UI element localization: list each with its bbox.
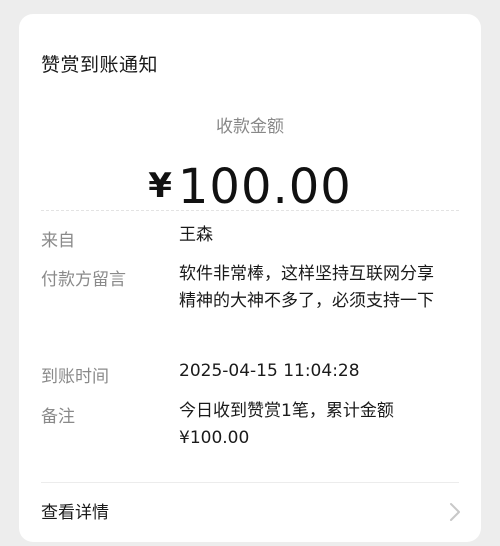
view-details-label: 查看详情 xyxy=(41,503,109,523)
currency-symbol: ¥ xyxy=(148,166,172,206)
note-line-2: ¥100.00 xyxy=(179,428,250,448)
dashed-divider xyxy=(41,210,459,211)
card-title: 赞赏到账通知 xyxy=(41,54,159,76)
from-value: 王森 xyxy=(179,225,213,245)
note-value: 今日收到赞赏1笔，累计金额 ¥100.00 xyxy=(179,398,449,452)
chevron-right-icon xyxy=(450,503,460,521)
message-label: 付款方留言 xyxy=(41,270,126,290)
amount-value: 100.00 xyxy=(177,159,352,215)
amount-label: 收款金额 xyxy=(216,117,284,137)
from-label: 来自 xyxy=(41,231,75,251)
message-value: 软件非常棒，这样坚持互联网分享精神的大神不多了，必须支持一下 xyxy=(179,264,434,311)
payment-notification-card: 赞赏到账通知 收款金额 ¥100.00 来自 王森 付款方留言 软件非常棒，这样… xyxy=(19,14,481,542)
view-details-button[interactable]: 查看详情 xyxy=(19,484,481,542)
note-line-1: 今日收到赞赏1笔，累计金额 xyxy=(179,401,394,421)
amount-display: ¥100.00 xyxy=(19,159,481,215)
time-label: 到账时间 xyxy=(41,367,109,387)
time-value: 2025-04-15 11:04:28 xyxy=(179,361,360,381)
footer-divider xyxy=(41,482,459,483)
note-label: 备注 xyxy=(41,407,75,427)
